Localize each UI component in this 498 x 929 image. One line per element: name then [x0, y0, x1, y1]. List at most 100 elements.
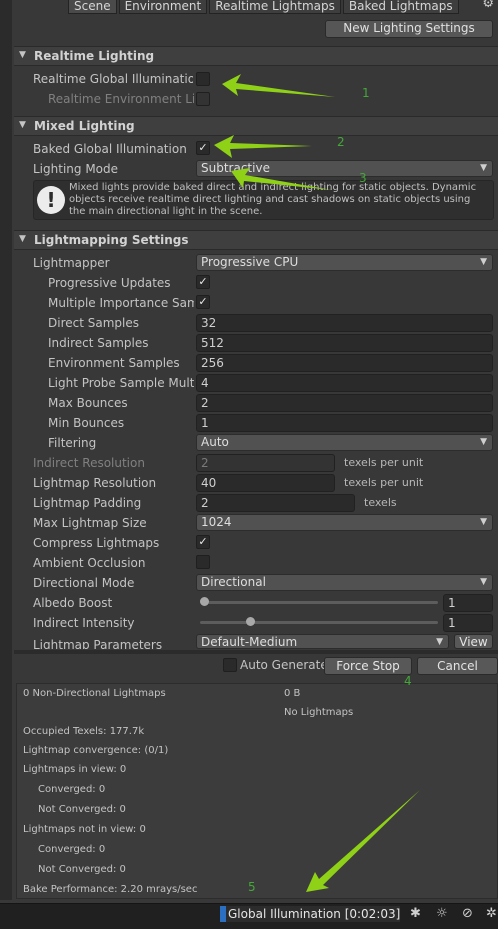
bake-status-icon[interactable]: ✲	[486, 906, 497, 921]
progressive-updates-checkbox[interactable]: ✓	[196, 275, 210, 289]
lighting-mode-dropdown[interactable]: Subtractive ▼	[196, 160, 493, 177]
left-panel-edge	[0, 0, 12, 900]
environment-samples-field[interactable]: 256	[196, 354, 493, 372]
lightmap-parameters-view-button[interactable]: View	[454, 634, 493, 649]
section-title: Mixed Lighting	[34, 119, 135, 133]
lightmapper-dropdown[interactable]: Progressive CPU ▼	[196, 254, 493, 271]
collapse-triangle-icon: ▼	[19, 120, 26, 130]
tab-baked-lightmaps[interactable]: Baked Lightmaps	[342, 0, 459, 14]
lightmap-convergence-text: Lightmap convergence: (0/1)	[23, 745, 169, 756]
not-in-view-converged-text: Converged: 0	[38, 844, 106, 855]
indirect-resolution-field[interactable]: 2	[196, 454, 335, 472]
lightmapping-settings-header[interactable]: ▼ Lightmapping Settings	[14, 230, 498, 250]
lightmapper-label: Lightmapper	[33, 256, 110, 270]
in-view-converged-text: Converged: 0	[38, 784, 106, 795]
lightmap-padding-unit: texels	[364, 496, 397, 509]
min-bounces-field[interactable]: 1	[196, 414, 493, 432]
indirect-intensity-slider-track[interactable]	[200, 621, 438, 624]
indirect-intensity-slider-knob[interactable]	[245, 617, 255, 626]
indirect-samples-field[interactable]: 512	[196, 334, 493, 352]
max-lightmap-size-dropdown[interactable]: 1024 ▼	[196, 514, 493, 531]
auto-generate-label: Auto Generate	[240, 658, 325, 672]
new-lighting-settings-button[interactable]: New Lighting Settings	[325, 20, 493, 38]
max-bounces-field[interactable]: 2	[196, 394, 493, 412]
indirect-intensity-field[interactable]: 1	[443, 614, 493, 632]
chevron-down-icon: ▼	[480, 517, 487, 527]
lightmapper-value: Progressive CPU	[201, 255, 299, 269]
chevron-down-icon: ▼	[436, 637, 443, 647]
global-illumination-progress[interactable]: Global Illumination [0:02:03]	[220, 906, 400, 922]
max-lightmap-size-label: Max Lightmap Size	[33, 516, 147, 530]
albedo-boost-label: Albedo Boost	[33, 596, 113, 610]
lightmap-resolution-label: Lightmap Resolution	[33, 476, 157, 490]
max-bounces-label: Max Bounces	[48, 396, 128, 410]
annotation-number-1: 1	[362, 86, 370, 100]
auto-generate-checkbox[interactable]	[223, 658, 237, 672]
tab-realtime-lightmaps[interactable]: Realtime Lightmaps	[209, 0, 341, 14]
auto-lighting-icon[interactable]: ⊘	[462, 906, 473, 921]
lightmap-resolution-field[interactable]: 40	[196, 474, 335, 492]
indirect-resolution-unit: texels per unit	[344, 456, 424, 469]
settings-gear-icon[interactable]: ⚙	[482, 0, 494, 11]
lightmap-padding-field[interactable]: 2	[196, 494, 355, 512]
multiple-importance-sampling-checkbox[interactable]: ✓	[196, 295, 210, 309]
baked-gi-label: Baked Global Illumination	[33, 142, 187, 156]
section-title: Lightmapping Settings	[34, 233, 189, 247]
environment-samples-label: Environment Samples	[48, 356, 180, 370]
chevron-down-icon: ▼	[480, 163, 487, 173]
annotation-arrow-2	[214, 135, 312, 158]
lighting-tabs: Scene Environment Realtime Lightmaps Bak…	[68, 0, 461, 14]
min-bounces-label: Min Bounces	[48, 416, 125, 430]
directional-mode-value: Directional	[201, 575, 266, 589]
annotation-number-3: 3	[359, 171, 367, 185]
ambient-occlusion-checkbox[interactable]	[196, 555, 210, 569]
baked-gi-checkbox[interactable]: ✓	[196, 141, 210, 155]
lightmap-padding-label: Lightmap Padding	[33, 496, 142, 510]
realtime-env-label: Realtime Environment Ligh	[48, 92, 194, 106]
albedo-boost-field[interactable]: 1	[443, 594, 493, 612]
progress-indicator	[220, 906, 226, 922]
realtime-gi-label: Realtime Global Illumination (	[33, 72, 193, 86]
filtering-label: Filtering	[48, 436, 97, 450]
multiple-importance-sampling-label: Multiple Importance Samp	[48, 296, 194, 310]
lightmap-parameters-label: Lightmap Parameters	[33, 638, 163, 649]
annotation-number-5: 5	[248, 880, 256, 894]
directional-mode-label: Directional Mode	[33, 576, 135, 590]
chevron-down-icon: ▼	[480, 257, 487, 267]
indirect-intensity-label: Indirect Intensity	[33, 616, 135, 630]
progressive-updates-label: Progressive Updates	[48, 276, 171, 290]
lightmap-parameters-dropdown[interactable]: Default-Medium ▼	[196, 634, 449, 649]
lighting-mode-label: Lighting Mode	[33, 162, 119, 176]
albedo-boost-slider-track[interactable]	[200, 601, 438, 604]
non-directional-lightmaps-text: 0 Non-Directional Lightmaps	[23, 688, 166, 699]
in-view-not-converged-text: Not Converged: 0	[38, 804, 126, 815]
not-in-view-not-converged-text: Not Converged: 0	[38, 864, 126, 875]
filtering-dropdown[interactable]: Auto ▼	[196, 434, 493, 451]
direct-samples-field[interactable]: 32	[196, 314, 493, 332]
lightmaps-not-in-view-text: Lightmaps not in view: 0	[23, 824, 146, 835]
bake-performance-text: Bake Performance: 2.20 mrays/sec	[23, 884, 198, 895]
mixed-lighting-header[interactable]: ▼ Mixed Lighting	[14, 116, 498, 136]
tab-environment[interactable]: Environment	[118, 0, 208, 14]
compress-lightmaps-label: Compress Lightmaps	[33, 536, 160, 550]
realtime-env-checkbox[interactable]	[196, 92, 210, 106]
force-stop-button[interactable]: Force Stop	[324, 657, 412, 675]
compress-lightmaps-checkbox[interactable]: ✓	[196, 535, 210, 549]
realtime-gi-checkbox[interactable]	[196, 72, 210, 86]
debug-bug-icon[interactable]: ✱	[410, 906, 421, 921]
cancel-button[interactable]: Cancel	[417, 657, 498, 675]
light-probe-multiplier-field[interactable]: 4	[196, 374, 493, 392]
lightmap-size-text: 0 B	[284, 688, 301, 699]
albedo-boost-slider-knob[interactable]	[200, 597, 209, 606]
directional-mode-dropdown[interactable]: Directional ▼	[196, 574, 493, 591]
direct-samples-label: Direct Samples	[48, 316, 139, 330]
max-lightmap-size-value: 1024	[201, 515, 232, 529]
tab-scene[interactable]: Scene	[68, 0, 117, 14]
info-exclamation-icon: !	[37, 186, 65, 214]
no-lightmaps-text: No Lightmaps	[284, 707, 354, 718]
lighting-icon[interactable]: ☼	[436, 906, 448, 921]
chevron-down-icon: ▼	[480, 437, 487, 447]
lightmap-resolution-unit: texels per unit	[344, 476, 424, 489]
realtime-lighting-header[interactable]: ▼ Realtime Lighting	[14, 46, 498, 66]
lightmaps-in-view-text: Lightmaps in view: 0	[23, 764, 127, 775]
